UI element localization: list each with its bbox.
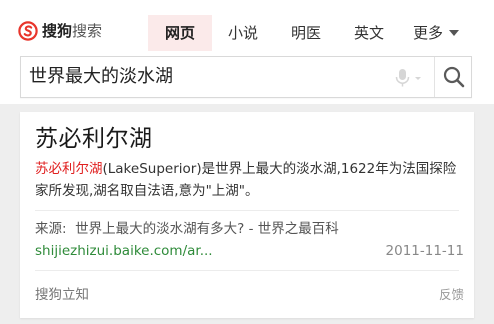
source-label: 来源: (35, 221, 67, 237)
chevron-down-icon (449, 30, 459, 36)
sogou-logo[interactable]: 搜狗搜索 (18, 21, 102, 41)
logo-text: 搜狗搜索 (42, 21, 102, 41)
source-url[interactable]: shijiezhizui.baike.com/ar... (35, 240, 213, 262)
top-navigation: 搜狗搜索 网页 小说 明医 英文 更多 (0, 0, 494, 54)
microphone-icon[interactable] (391, 67, 425, 89)
feedback-link[interactable]: 反馈 (439, 284, 464, 306)
sogou-lizhi-label: 搜狗立知 (35, 287, 89, 303)
snippet-highlight: 苏必利尔湖 (35, 161, 103, 177)
answer-title[interactable]: 苏必利尔湖 (35, 124, 153, 154)
vertical-tabs: 网页 小说 明医 英文 更多 (148, 15, 472, 51)
source-line[interactable]: 来源: 世界上最大的淡水湖有多大? - 世界之最百科 (35, 218, 339, 240)
tab-more[interactable]: 更多 (400, 15, 472, 51)
search-button[interactable] (435, 57, 472, 97)
answer-card: 苏必利尔湖 苏必利尔湖(LakeSuperior)是世界上最大的淡水湖,1622… (20, 112, 474, 318)
logo-text-search: 搜索 (72, 22, 103, 40)
tab-web[interactable]: 网页 (148, 15, 212, 51)
tab-novel[interactable]: 小说 (212, 15, 274, 51)
sogou-logo-icon (18, 21, 38, 41)
tab-medical[interactable]: 明医 (274, 15, 338, 51)
divider (35, 210, 459, 211)
divider (35, 270, 459, 271)
logo-text-sogou: 搜狗 (42, 22, 73, 40)
search-box (20, 56, 472, 98)
tab-english[interactable]: 英文 (338, 15, 400, 51)
tab-more-label: 更多 (412, 24, 443, 42)
source-date: 2011-11-11 (385, 243, 464, 259)
search-input[interactable] (29, 57, 359, 97)
answer-snippet: 苏必利尔湖(LakeSuperior)是世界上最大的淡水湖,1622年为法国探险… (35, 158, 461, 202)
source-title: 世界上最大的淡水湖有多大? - 世界之最百科 (75, 221, 339, 237)
page: 搜狗搜索 网页 小说 明医 英文 更多 世界最大的淡水湖 苏必利尔湖 苏必利尔湖… (0, 0, 494, 324)
magnifier-icon (443, 66, 464, 88)
